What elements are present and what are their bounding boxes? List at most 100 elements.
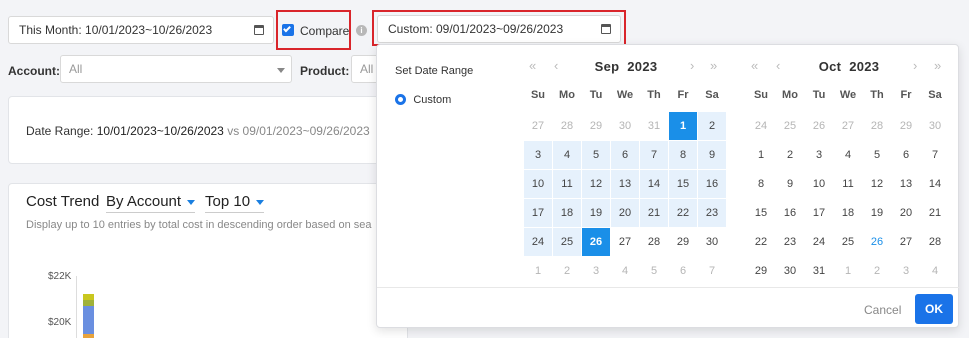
calendar-day[interactable]: 15 [747,199,775,227]
calendar-day[interactable]: 14 [640,170,668,198]
next-month-icon[interactable]: › [913,59,917,73]
top-n-dropdown[interactable]: Top 10 [205,193,265,213]
calendar-day[interactable]: 14 [921,170,949,198]
calendar-day[interactable]: 15 [669,170,697,198]
calendar-day[interactable]: 25 [834,228,862,256]
next-year-icon[interactable]: » [710,59,717,73]
calendar-day[interactable]: 9 [698,141,726,169]
calendar-day[interactable]: 2 [553,257,581,285]
calendar-day[interactable]: 26 [805,112,833,140]
calendar-day[interactable]: 28 [640,228,668,256]
calendar-day[interactable]: 25 [776,112,804,140]
calendar-day[interactable]: 4 [553,141,581,169]
calendar-day[interactable]: 5 [640,257,668,285]
calendar-day[interactable]: 23 [698,199,726,227]
calendar-day[interactable]: 30 [921,112,949,140]
next-month-icon[interactable]: › [690,59,694,73]
account-select[interactable]: All [60,55,292,83]
calendar-day[interactable]: 29 [582,112,610,140]
calendar-day[interactable]: 30 [611,112,639,140]
calendar-day[interactable]: 17 [524,199,552,227]
calendar-day[interactable]: 10 [524,170,552,198]
calendar-day[interactable]: 29 [747,257,775,285]
calendar-day[interactable]: 31 [640,112,668,140]
calendar-day[interactable]: 30 [776,257,804,285]
calendar-day[interactable]: 22 [669,199,697,227]
calendar-day[interactable]: 1 [524,257,552,285]
calendar-day[interactable]: 29 [669,228,697,256]
calendar-day[interactable]: 27 [611,228,639,256]
calendar-day[interactable]: 2 [863,257,891,285]
calendar-day[interactable]: 26 [582,228,610,256]
calendar-day[interactable]: 5 [582,141,610,169]
month-name[interactable]: Sep [595,59,620,74]
calendar-day[interactable]: 1 [669,112,697,140]
calendar-day[interactable]: 4 [611,257,639,285]
calendar-day[interactable]: 24 [524,228,552,256]
calendar-day[interactable]: 16 [776,199,804,227]
calendar-day[interactable]: 5 [863,141,891,169]
calendar-day[interactable]: 26 [863,228,891,256]
calendar-day[interactable]: 28 [863,112,891,140]
calendar-day[interactable]: 11 [834,170,862,198]
custom-option[interactable]: Custom [395,92,451,106]
calendar-day[interactable]: 12 [582,170,610,198]
ok-button[interactable]: OK [915,294,953,324]
compare-range-selector[interactable]: Custom: 09/01/2023~09/26/2023 [377,15,621,43]
calendar-day[interactable]: 3 [524,141,552,169]
calendar-day[interactable]: 20 [892,199,920,227]
calendar-day[interactable]: 3 [805,141,833,169]
calendar-day[interactable]: 6 [611,141,639,169]
calendar-day[interactable]: 3 [892,257,920,285]
calendar-day[interactable]: 8 [747,170,775,198]
calendar-day[interactable]: 24 [747,112,775,140]
calendar-day[interactable]: 8 [669,141,697,169]
calendar-day[interactable]: 22 [747,228,775,256]
calendar-day[interactable]: 2 [776,141,804,169]
calendar-day[interactable]: 24 [805,228,833,256]
calendar-day[interactable]: 27 [892,228,920,256]
calendar-day[interactable]: 25 [553,228,581,256]
calendar-day[interactable]: 19 [863,199,891,227]
calendar-day[interactable]: 30 [698,228,726,256]
date-range-selector[interactable]: This Month: 10/01/2023~10/26/2023 [8,16,274,44]
calendar-day[interactable]: 29 [892,112,920,140]
calendar-day[interactable]: 9 [776,170,804,198]
calendar-day[interactable]: 3 [582,257,610,285]
stacked-bar[interactable] [83,294,94,338]
calendar-day[interactable]: 28 [921,228,949,256]
calendar-day[interactable]: 27 [524,112,552,140]
next-year-icon[interactable]: » [934,59,941,73]
group-by-dropdown[interactable]: By Account [106,193,196,213]
calendar-day[interactable]: 1 [747,141,775,169]
calendar-day[interactable]: 20 [611,199,639,227]
calendar-day[interactable]: 18 [553,199,581,227]
calendar-day[interactable]: 6 [669,257,697,285]
calendar-day[interactable]: 10 [805,170,833,198]
calendar-day[interactable]: 1 [834,257,862,285]
calendar-day[interactable]: 2 [698,112,726,140]
calendar-day[interactable]: 12 [863,170,891,198]
year-name[interactable]: 2023 [849,59,879,74]
calendar-day[interactable]: 6 [892,141,920,169]
calendar-day[interactable]: 4 [921,257,949,285]
month-name[interactable]: Oct [819,59,842,74]
calendar-day[interactable]: 17 [805,199,833,227]
calendar-day[interactable]: 23 [776,228,804,256]
year-name[interactable]: 2023 [627,59,657,74]
calendar-day[interactable]: 21 [921,199,949,227]
calendar-day[interactable]: 31 [805,257,833,285]
calendar-day[interactable]: 7 [921,141,949,169]
calendar-day[interactable]: 27 [834,112,862,140]
calendar-day[interactable]: 7 [640,141,668,169]
calendar-day[interactable]: 18 [834,199,862,227]
calendar-day[interactable]: 19 [582,199,610,227]
calendar-day[interactable]: 13 [892,170,920,198]
calendar-day[interactable]: 4 [834,141,862,169]
calendar-day[interactable]: 7 [698,257,726,285]
calendar-day[interactable]: 11 [553,170,581,198]
calendar-day[interactable]: 13 [611,170,639,198]
calendar-day[interactable]: 21 [640,199,668,227]
compare-checkbox[interactable] [282,24,294,36]
calendar-day[interactable]: 16 [698,170,726,198]
